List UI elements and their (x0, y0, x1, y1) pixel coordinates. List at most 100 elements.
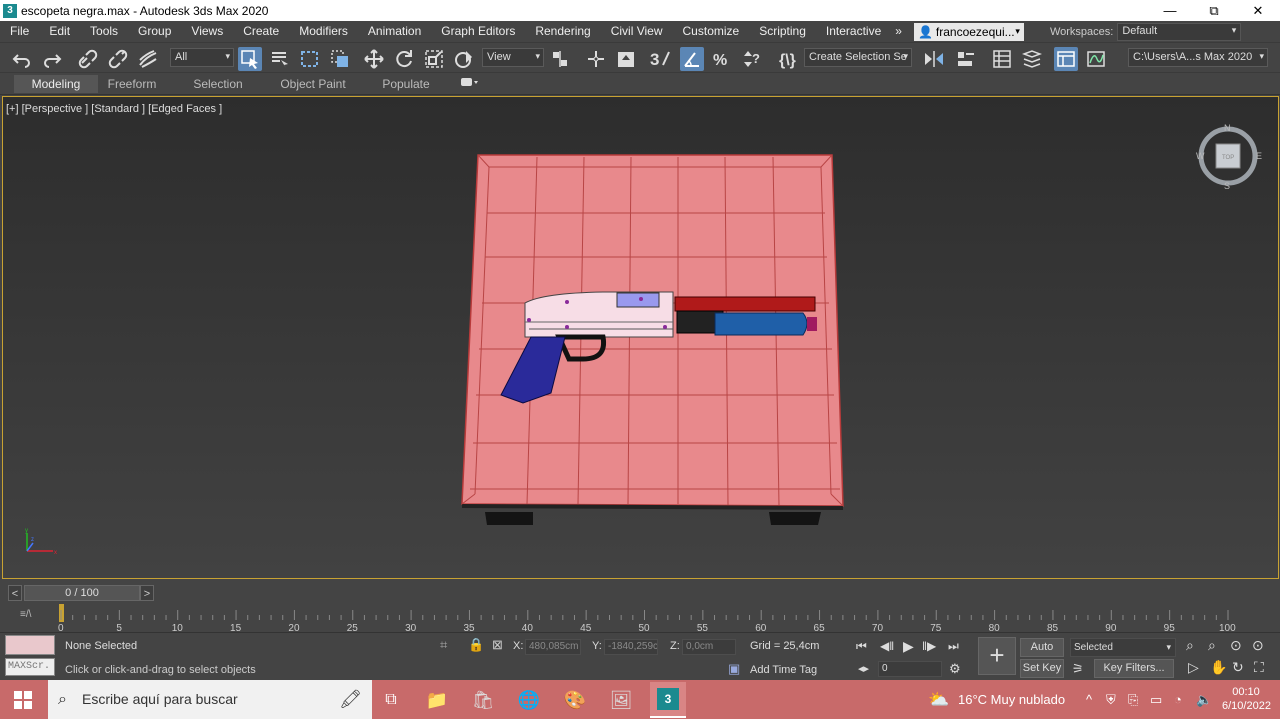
rectangular-selection-icon[interactable] (298, 47, 322, 71)
scale-icon[interactable] (422, 47, 446, 71)
taskbar-search-box[interactable]: ⌕ Escribe aquí para buscar 🖍 (48, 680, 372, 719)
key-mode-toggle-icon[interactable]: ◂▸ (858, 662, 869, 675)
menu-animation[interactable]: Animation (358, 21, 431, 42)
window-crossing-icon[interactable] (328, 47, 352, 71)
tab-object-paint[interactable]: Object Paint (272, 75, 354, 93)
meet-now-icon[interactable]: ⎘ (1128, 680, 1138, 719)
tab-freeform[interactable]: Freeform (100, 75, 164, 93)
set-key-button[interactable]: Set Key (1020, 659, 1064, 678)
key-mode-dropdown[interactable]: Selected ▾ (1070, 638, 1176, 657)
menu-rendering[interactable]: Rendering (525, 21, 600, 42)
goto-end-icon[interactable]: ⏭ (948, 639, 959, 654)
maximize-viewport-icon[interactable]: ⛶ (1254, 659, 1264, 676)
file-explorer-icon[interactable]: 📁 (424, 687, 450, 713)
y-coordinate-field[interactable]: -1840,259c (604, 639, 658, 655)
maxscript-listener[interactable]: MAXScr. (5, 658, 55, 676)
add-time-tag-button[interactable]: Add Time Tag (750, 664, 817, 676)
bind-spacewarp-icon[interactable] (136, 47, 160, 71)
snaps-toggle-icon[interactable]: 3 (648, 47, 672, 71)
tab-populate[interactable]: Populate (372, 75, 440, 93)
edge-browser-icon[interactable]: 🌐 (516, 687, 542, 713)
select-by-name-icon[interactable] (268, 47, 292, 71)
menu-file[interactable]: File (0, 21, 39, 42)
rotate-icon[interactable] (392, 47, 416, 71)
clock[interactable]: 00:10 6/10/2022 (1222, 685, 1271, 713)
spinner-snap-icon[interactable]: ? (740, 47, 764, 71)
defender-icon[interactable]: ⛨ (1106, 680, 1116, 719)
place-icon[interactable] (452, 47, 476, 71)
restore-button[interactable]: ⧉ (1192, 3, 1236, 19)
tray-overflow-icon[interactable]: ^ (1086, 680, 1092, 719)
ribbon-options-icon[interactable] (456, 75, 482, 93)
menu-overflow[interactable]: » (891, 21, 906, 42)
close-button[interactable]: ✕ (1236, 3, 1280, 19)
zoom-icon[interactable]: ⌕ (1186, 637, 1194, 654)
set-key-icon[interactable]: + (978, 637, 1016, 675)
menu-group[interactable]: Group (128, 21, 181, 42)
x-coordinate-field[interactable]: 480,085cm (525, 639, 581, 655)
workspace-dropdown[interactable]: Default ▾ (1117, 22, 1242, 41)
weather-text[interactable]: 16°C Muy nublado (958, 680, 1065, 719)
select-manipulate-icon[interactable] (584, 47, 608, 71)
orbit-icon[interactable]: ↻ (1232, 659, 1244, 676)
selection-filter-dropdown[interactable]: All (170, 48, 234, 67)
align-icon[interactable] (954, 47, 978, 71)
auto-key-button[interactable]: Auto Key (1020, 638, 1064, 670)
z-coordinate-field[interactable]: 0,0cm (682, 639, 736, 655)
layer-explorer-icon[interactable] (1020, 47, 1044, 71)
toggle-ribbon-icon[interactable] (1054, 47, 1078, 71)
zoom-extents-icon[interactable]: ⊙ (1230, 637, 1242, 654)
menu-views[interactable]: Views (181, 21, 233, 42)
move-icon[interactable] (362, 47, 386, 71)
photos-icon[interactable]: 🖼 (608, 687, 634, 713)
prev-frame-icon[interactable]: ◀︎‖ (880, 639, 894, 653)
volume-icon[interactable]: 🔈 (1196, 680, 1212, 719)
key-filters-button[interactable]: Key Filters... (1094, 659, 1174, 678)
zoom-extents-all-icon[interactable]: ⊙ (1252, 637, 1264, 654)
windows-start-icon[interactable] (10, 687, 36, 713)
pan-icon[interactable]: ✋ (1210, 659, 1227, 676)
menu-create[interactable]: Create (233, 21, 289, 42)
zoom-all-icon[interactable]: ⌕ (1208, 637, 1216, 654)
perspective-viewport[interactable]: [+] [Perspective ] [Standard ] [Edged Fa… (2, 96, 1279, 579)
wifi-icon[interactable]: ◔ (1174, 680, 1182, 719)
current-frame-field[interactable]: 0 (878, 661, 942, 677)
absolute-mode-icon[interactable]: ⊠ (492, 637, 503, 653)
goto-start-icon[interactable]: ⏮ (856, 639, 867, 654)
edit-named-selection-icon[interactable]: {\} (776, 47, 800, 71)
menu-civil-view[interactable]: Civil View (601, 21, 673, 42)
3ds-max-taskbar-icon[interactable]: 3 (650, 682, 686, 718)
viewcube[interactable]: TOP N S E W (1196, 123, 1262, 189)
paint-icon[interactable]: 🎨 (562, 687, 588, 713)
time-next-button[interactable]: > (140, 585, 154, 601)
pivot-center-icon[interactable] (548, 47, 572, 71)
menu-modifiers[interactable]: Modifiers (289, 21, 358, 42)
tab-modeling[interactable]: Modeling (14, 75, 98, 93)
next-frame-icon[interactable]: ‖▶︎ (922, 639, 936, 653)
time-slider[interactable]: 0 / 100 (24, 585, 140, 601)
menu-tools[interactable]: Tools (80, 21, 128, 42)
undo-icon[interactable] (10, 47, 34, 71)
menu-scripting[interactable]: Scripting (749, 21, 816, 42)
time-configuration-icon[interactable]: ⚙ (949, 661, 961, 677)
key-filter-icon[interactable]: ⚞ (1072, 661, 1084, 677)
menu-edit[interactable]: Edit (39, 21, 80, 42)
mirror-icon[interactable] (922, 47, 946, 71)
user-account-button[interactable]: 👤 francoezequi... ▾ (913, 22, 1024, 41)
time-tag-icon[interactable]: ▣ (728, 661, 740, 677)
play-icon[interactable]: ▶ (903, 638, 914, 655)
project-folder-dropdown[interactable]: C:\Users\A...s Max 2020 (1128, 48, 1268, 67)
menu-graph-editors[interactable]: Graph Editors (431, 21, 525, 42)
link-icon[interactable] (76, 47, 100, 71)
percent-snap-icon[interactable]: % (710, 47, 734, 71)
time-prev-button[interactable]: < (8, 585, 22, 601)
battery-icon[interactable]: ▭ (1150, 680, 1162, 719)
menu-interactive[interactable]: Interactive (816, 21, 891, 42)
angle-snap-icon[interactable] (680, 47, 704, 71)
tab-selection[interactable]: Selection (186, 75, 250, 93)
reference-coordinate-dropdown[interactable]: View (482, 48, 544, 67)
redo-icon[interactable] (40, 47, 64, 71)
scene-explorer-icon[interactable] (990, 47, 1014, 71)
task-view-icon[interactable]: ⧉ (378, 687, 404, 713)
isolate-selection-icon[interactable]: ⌗ (440, 637, 447, 653)
